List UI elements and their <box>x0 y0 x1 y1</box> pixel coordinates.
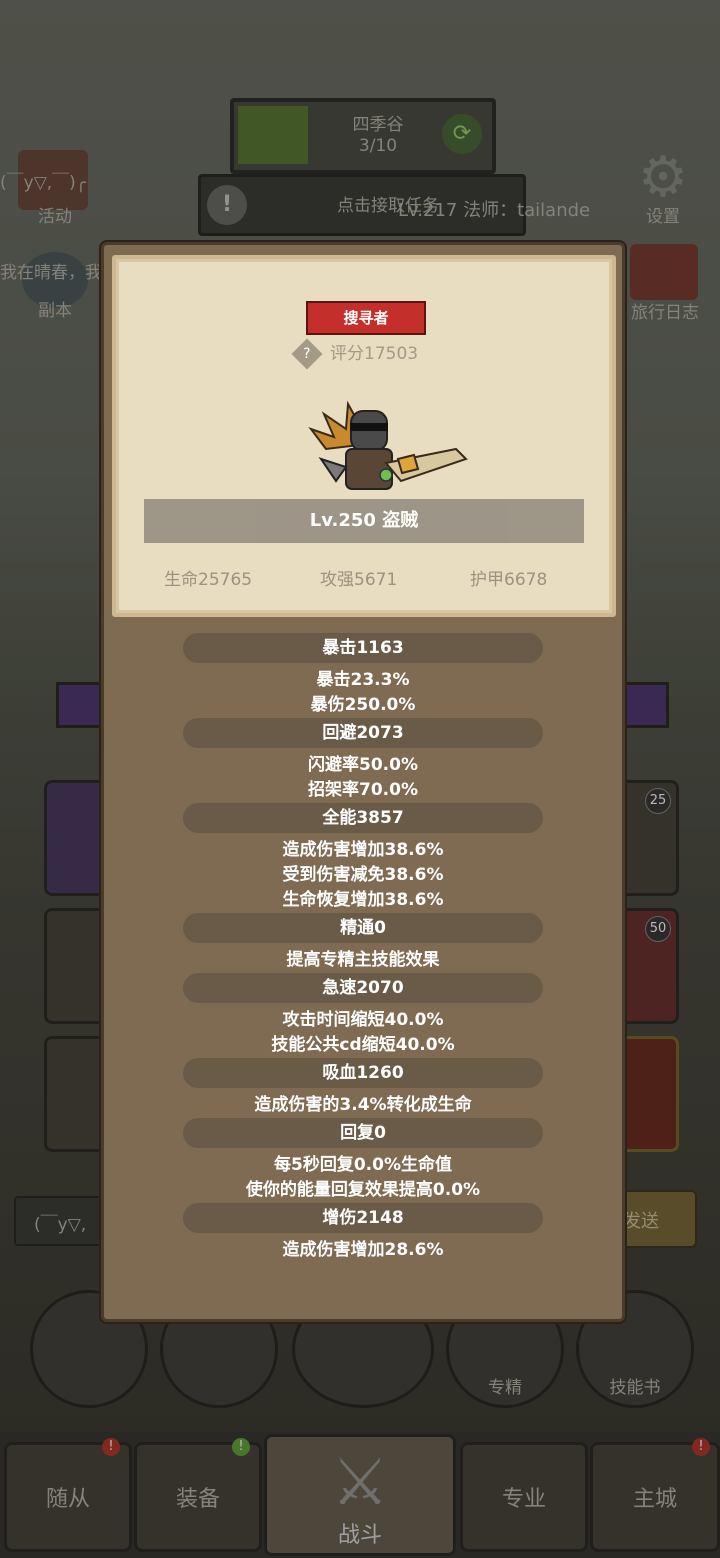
stat-header: 增伤2148 <box>183 1203 543 1233</box>
rogue-character-sprite <box>308 400 468 490</box>
stat-header: 全能3857 <box>183 803 543 833</box>
stat-header: 吸血1260 <box>183 1058 543 1088</box>
role-tag: 搜寻者 <box>306 301 426 335</box>
stat-header: 回避2073 <box>183 718 543 748</box>
armor-stat: 护甲6678 <box>470 570 548 590</box>
stat-header: 精通0 <box>183 913 543 943</box>
stat-detail: 造成伤害的3.4%转化成生命 <box>254 1095 472 1115</box>
stat-detail: 每5秒回复0.0%生命值 <box>274 1155 452 1175</box>
stat-detail: 受到伤害减免38.6% <box>282 865 444 885</box>
stat-detail: 提高专精主技能效果 <box>286 950 440 970</box>
stat-header: 回复0 <box>183 1118 543 1148</box>
stat-detail: 造成伤害增加38.6% <box>282 840 444 860</box>
stat-detail: 暴伤250.0% <box>310 695 416 715</box>
stat-header: 急速2070 <box>183 973 543 1003</box>
stat-detail: 暴击23.3% <box>316 670 410 690</box>
stat-detail: 造成伤害增加28.6% <box>282 1240 444 1260</box>
stat-detail: 招架率70.0% <box>308 780 418 800</box>
stat-detail: 攻击时间缩短40.0% <box>282 1010 444 1030</box>
score-label: 评分17503 <box>330 344 419 364</box>
attack-power-stat: 攻强5671 <box>320 570 398 590</box>
stat-detail: 生命恢复增加38.6% <box>282 890 444 910</box>
stat-header: 暴击1163 <box>183 633 543 663</box>
hp-stat: 生命25765 <box>164 570 253 590</box>
help-icon[interactable]: ? <box>291 338 323 370</box>
stat-detail: 闪避率50.0% <box>308 755 418 775</box>
character-portrait-panel: 搜寻者 ? 评分17503 Lv.250 盗贼 生命25765 攻强5671 护甲… <box>112 255 616 617</box>
level-class-banner: Lv.250 盗贼 <box>144 499 584 543</box>
level-class-label: Lv.250 盗贼 <box>309 510 419 531</box>
score-row: ? 评分17503 <box>291 338 419 370</box>
character-detail-modal: 搜寻者 ? 评分17503 Lv.250 盗贼 生命25765 攻强5671 护甲… <box>101 242 625 1322</box>
stat-detail: 技能公共cd缩短40.0% <box>271 1035 455 1055</box>
stat-detail: 使你的能量回复效果提高0.0% <box>245 1180 481 1200</box>
